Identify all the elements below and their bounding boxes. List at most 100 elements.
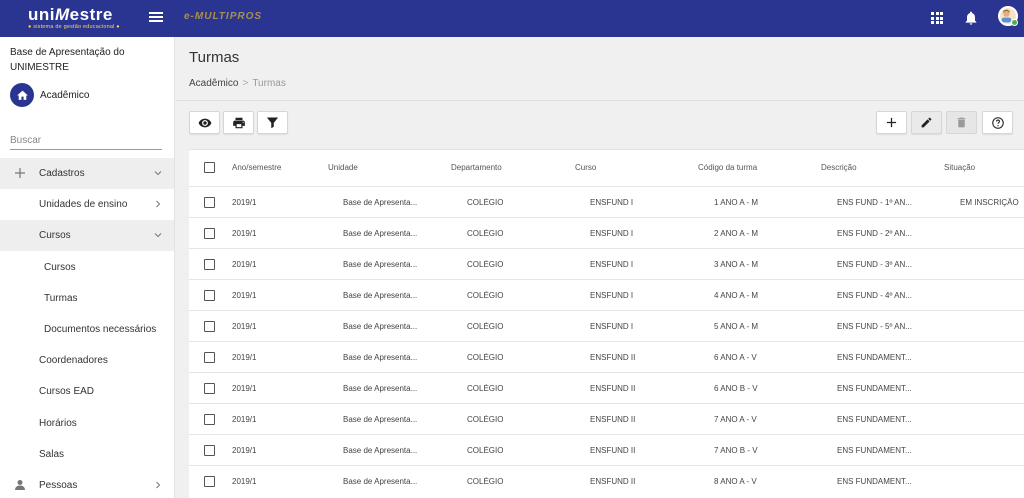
sidebar-item-cursos[interactable]: Cursos	[0, 252, 174, 283]
organization-name: Base de Apresentação do UNIMESTRE	[10, 47, 125, 73]
sidebar-search-input[interactable]	[10, 133, 162, 150]
sidebar-item-label: Cursos	[44, 262, 76, 273]
cell-departamento: COLÉGIO	[467, 384, 504, 393]
cell-codigo-da-turma: 1 ANO A - M	[714, 198, 759, 207]
column-header-departamento[interactable]: Departamento	[451, 163, 502, 172]
table-row[interactable]: 2019/1 Base de Apresenta... COLÉGIO ENSFUND…	[189, 186, 1024, 217]
cell-descricao: ENS FUND - 3º AN...	[837, 260, 912, 269]
table-row[interactable]: 2019/1 Base de Apresenta... COLÉGIO ENSFUND…	[189, 341, 1024, 372]
column-header-curso[interactable]: Curso	[575, 163, 596, 172]
cell-ano-semestre: 2019/1	[232, 353, 257, 362]
apps-grid-icon[interactable]	[931, 12, 943, 24]
table-row[interactable]: 2019/1 Base de Apresenta... COLÉGIO ENSFUND…	[189, 403, 1024, 434]
pencil-icon	[921, 117, 932, 128]
cell-descricao: ENS FUNDAMENT...	[837, 415, 912, 424]
row-checkbox[interactable]	[204, 290, 215, 301]
sidebar-item-turmas[interactable]: Turmas	[0, 283, 174, 314]
cell-departamento: COLÉGIO	[467, 477, 504, 486]
cell-unidade: Base de Apresenta...	[343, 260, 418, 269]
page-title: Turmas	[189, 49, 240, 66]
breadcrumb-root[interactable]: Acadêmico	[189, 78, 238, 89]
select-all-checkbox[interactable]	[204, 162, 215, 173]
table-row[interactable]: 2019/1 Base de Apresenta... COLÉGIO ENSFUND…	[189, 279, 1024, 310]
row-checkbox[interactable]	[204, 197, 215, 208]
cell-situacao: EM INSCRIÇÃO	[960, 198, 1019, 207]
cell-codigo-da-turma: 8 ANO A - V	[714, 477, 757, 486]
column-header-situacao[interactable]: Situação	[944, 163, 975, 172]
table-row[interactable]: 2019/1 Base de Apresenta... COLÉGIO ENSFUND…	[189, 310, 1024, 341]
cell-unidade: Base de Apresenta...	[343, 477, 418, 486]
column-header-codigo-da-turma[interactable]: Código da turma	[698, 163, 757, 172]
help-button[interactable]	[982, 111, 1013, 134]
column-header-ano-semestre[interactable]: Ano/semestre	[232, 163, 281, 172]
cell-ano-semestre: 2019/1	[232, 415, 257, 424]
cell-ano-semestre: 2019/1	[232, 198, 257, 207]
filter-button[interactable]	[257, 111, 288, 134]
sidebar-item-cursos-ead[interactable]: Cursos EAD	[0, 376, 174, 407]
sidebar-item-pessoas[interactable]: Pessoas	[0, 470, 174, 498]
sidebar-item-cursos-group[interactable]: Cursos	[0, 220, 174, 251]
table-row[interactable]: 2019/1 Base de Apresenta... COLÉGIO ENSFUND…	[189, 217, 1024, 248]
help-circle-icon	[991, 116, 1004, 129]
sidebar-item-label: Horários	[39, 418, 77, 429]
notifications-bell-icon[interactable]	[963, 9, 979, 27]
cell-unidade: Base de Apresenta...	[343, 229, 418, 238]
cell-descricao: ENS FUND - 5º AN...	[837, 322, 912, 331]
table-row[interactable]: 2019/1 Base de Apresenta... COLÉGIO ENSFUND…	[189, 465, 1024, 496]
cell-curso: ENSFUND II	[590, 384, 636, 393]
table-row[interactable]: 2019/1 Base de Apresenta... COLÉGIO ENSFUND…	[189, 434, 1024, 465]
module-selector[interactable]: Acadêmico	[10, 83, 89, 107]
row-checkbox[interactable]	[204, 321, 215, 332]
table-row[interactable]: 2019/1 Base de Apresenta... COLÉGIO ENSFUND…	[189, 248, 1024, 279]
online-status-indicator	[1011, 19, 1018, 26]
sidebar-item-label: Cursos	[39, 230, 71, 241]
column-header-descricao[interactable]: Descrição	[821, 163, 857, 172]
row-checkbox[interactable]	[204, 352, 215, 363]
cell-codigo-da-turma: 5 ANO A - M	[714, 322, 759, 331]
cell-descricao: ENS FUNDAMENT...	[837, 477, 912, 486]
turmas-table: Ano/semestre Unidade Departamento Curso …	[189, 149, 1024, 498]
breadcrumb-current: Turmas	[252, 78, 286, 89]
row-checkbox[interactable]	[204, 445, 215, 456]
add-button[interactable]	[876, 111, 907, 134]
sidebar-item-documentos-necessarios[interactable]: Documentos necessários	[0, 314, 174, 345]
delete-button[interactable]	[946, 111, 977, 134]
edit-button[interactable]	[911, 111, 942, 134]
row-checkbox[interactable]	[204, 414, 215, 425]
cell-ano-semestre: 2019/1	[232, 446, 257, 455]
cell-unidade: Base de Apresenta...	[343, 415, 418, 424]
cell-unidade: Base de Apresenta...	[343, 322, 418, 331]
cell-departamento: COLÉGIO	[467, 198, 504, 207]
cell-curso: ENSFUND II	[590, 415, 636, 424]
row-checkbox[interactable]	[204, 383, 215, 394]
unimestre-logo[interactable]: uniMestre ● sistema de gestão educaciona…	[28, 6, 120, 31]
row-checkbox[interactable]	[204, 476, 215, 487]
cell-ano-semestre: 2019/1	[232, 477, 257, 486]
row-checkbox[interactable]	[204, 259, 215, 270]
row-checkbox[interactable]	[204, 228, 215, 239]
cell-descricao: ENS FUNDAMENT...	[837, 384, 912, 393]
table-row[interactable]: 2019/1 Base de Apresenta... COLÉGIO ENSFUND…	[189, 372, 1024, 403]
cell-unidade: Base de Apresenta...	[343, 353, 418, 362]
cell-codigo-da-turma: 6 ANO A - V	[714, 353, 757, 362]
hamburger-menu-icon[interactable]	[149, 10, 163, 26]
home-icon	[10, 83, 34, 107]
sidebar-item-salas[interactable]: Salas	[0, 439, 174, 470]
sidebar: Base de Apresentação do UNIMESTRE Acadêm…	[0, 37, 175, 498]
sidebar-item-cadastros[interactable]: Cadastros	[0, 158, 174, 189]
print-button[interactable]	[223, 111, 254, 134]
cell-codigo-da-turma: 7 ANO B - V	[714, 446, 758, 455]
column-header-unidade[interactable]: Unidade	[328, 163, 358, 172]
sidebar-item-unidades-de-ensino[interactable]: Unidades de ensino	[0, 189, 174, 220]
sidebar-item-coordenadores[interactable]: Coordenadores	[0, 345, 174, 376]
module-label: Acadêmico	[40, 89, 90, 101]
view-button[interactable]	[189, 111, 220, 134]
logo-tagline: ● sistema de gestão educacional ●	[28, 24, 120, 30]
cell-departamento: COLÉGIO	[467, 415, 504, 424]
sidebar-item-label: Documentos necessários	[44, 324, 157, 335]
cell-curso: ENSFUND I	[590, 322, 634, 331]
sidebar-item-horarios[interactable]: Horários	[0, 408, 174, 439]
sidebar-item-label: Coordenadores	[39, 355, 108, 366]
content-divider	[176, 100, 1024, 101]
sidebar-item-label: Salas	[39, 449, 65, 460]
